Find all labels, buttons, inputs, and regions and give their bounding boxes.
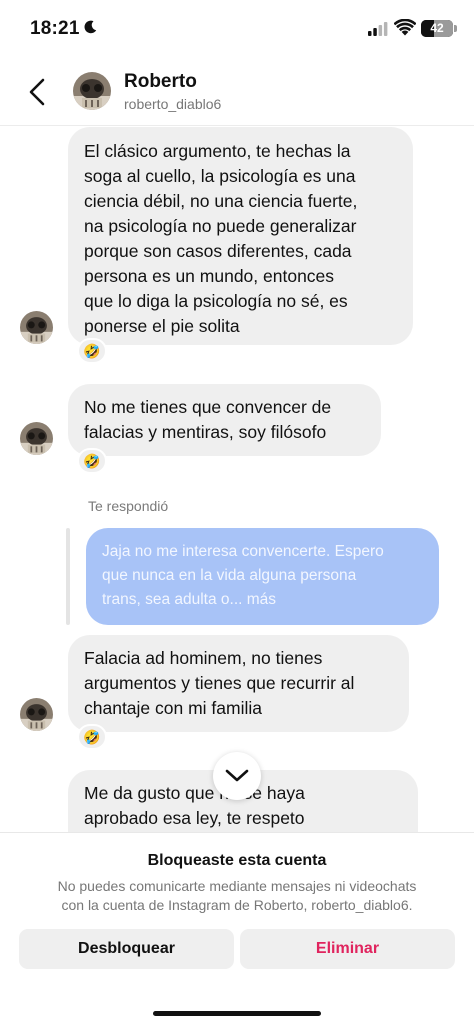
reaction-badge[interactable]: 🤣 xyxy=(77,724,107,750)
battery-icon: 42 xyxy=(421,20,453,37)
message-bubble[interactable]: Falacia ad hominem, no tienes argumentos… xyxy=(68,635,409,732)
battery-cap xyxy=(454,25,457,32)
scroll-to-bottom-button[interactable] xyxy=(213,752,261,800)
contact-name[interactable]: Roberto xyxy=(124,71,197,93)
status-bar: 18:21 42 xyxy=(0,0,474,58)
unblock-button[interactable]: Desbloquear xyxy=(19,929,234,969)
message-line: argumentos y tienes que recurrir al xyxy=(84,673,355,693)
rolling-laughing-emoji-icon: 🤣 xyxy=(83,343,101,359)
blocked-description-line: con la cuenta de Instagram de Roberto, r… xyxy=(61,897,413,913)
message-line: falacias y mentiras, soy filósofo xyxy=(84,422,327,442)
avatar[interactable] xyxy=(20,311,53,344)
status-time: 18:21 xyxy=(30,18,80,39)
quoted-message[interactable]: Jaja no me interesa convencerte. Espero … xyxy=(86,528,439,625)
blocked-description: No puedes comunicarte mediante mensajes … xyxy=(20,877,454,915)
blocked-title: Bloqueaste esta cuenta xyxy=(147,852,327,869)
avatar[interactable] xyxy=(20,422,53,455)
message-bubble[interactable]: No me tienes que convencer de falacias y… xyxy=(68,384,381,456)
message-line: El clásico argumento, te hechas la xyxy=(84,141,351,161)
blocked-panel: Bloqueaste esta cuenta No puedes comunic… xyxy=(0,832,474,1026)
chevron-left-icon[interactable] xyxy=(22,74,54,110)
quoted-line: Jaja no me interesa convencerte. Espero xyxy=(102,543,384,560)
message-line: chantaje con mi familia xyxy=(84,698,262,718)
message-line: que lo diga la psicología no sé, es xyxy=(84,291,348,311)
moon-icon xyxy=(84,20,97,34)
reply-label: Te respondió xyxy=(88,498,169,514)
wifi-icon xyxy=(394,19,416,36)
message-line: persona es un mundo, entonces xyxy=(84,266,335,286)
battery-level: 42 xyxy=(430,21,444,35)
message-line: ponerse el pie solita xyxy=(84,316,240,336)
contact-username: roberto_diablo6 xyxy=(124,96,222,112)
message-line: ciencia débil, no una ciencia fuerte, xyxy=(84,191,358,211)
chat-header: Roberto roberto_diablo6 xyxy=(0,58,474,126)
message-line: aprobado esa ley, te respeto xyxy=(84,808,305,828)
avatar[interactable] xyxy=(20,698,53,731)
quote-bar xyxy=(66,528,70,625)
signal-icon xyxy=(368,22,388,36)
message-line: soga al cuello, la psicología es una xyxy=(84,166,356,186)
rolling-laughing-emoji-icon: 🤣 xyxy=(83,729,101,745)
quoted-line: trans, sea adulta o... más xyxy=(102,591,277,608)
home-indicator[interactable] xyxy=(153,1011,321,1016)
blocked-description-line: No puedes comunicarte mediante mensajes … xyxy=(57,878,417,894)
quoted-line: que nunca en la vida alguna persona xyxy=(102,567,357,584)
rolling-laughing-emoji-icon: 🤣 xyxy=(83,453,101,469)
message-line: No me tienes que convencer de xyxy=(84,397,332,417)
message-bubble[interactable]: El clásico argumento, te hechas la soga … xyxy=(68,127,413,345)
message-line: porque son casos diferentes, cada xyxy=(84,241,352,261)
chevron-down-icon xyxy=(225,769,249,782)
avatar[interactable] xyxy=(73,72,111,110)
message-line: na psicología no puede generalizar xyxy=(84,216,357,236)
reaction-badge[interactable]: 🤣 xyxy=(77,338,107,364)
message-line: Falacia ad hominem, no tienes xyxy=(84,648,323,668)
delete-button[interactable]: Eliminar xyxy=(240,929,455,969)
reaction-badge[interactable]: 🤣 xyxy=(77,448,107,474)
